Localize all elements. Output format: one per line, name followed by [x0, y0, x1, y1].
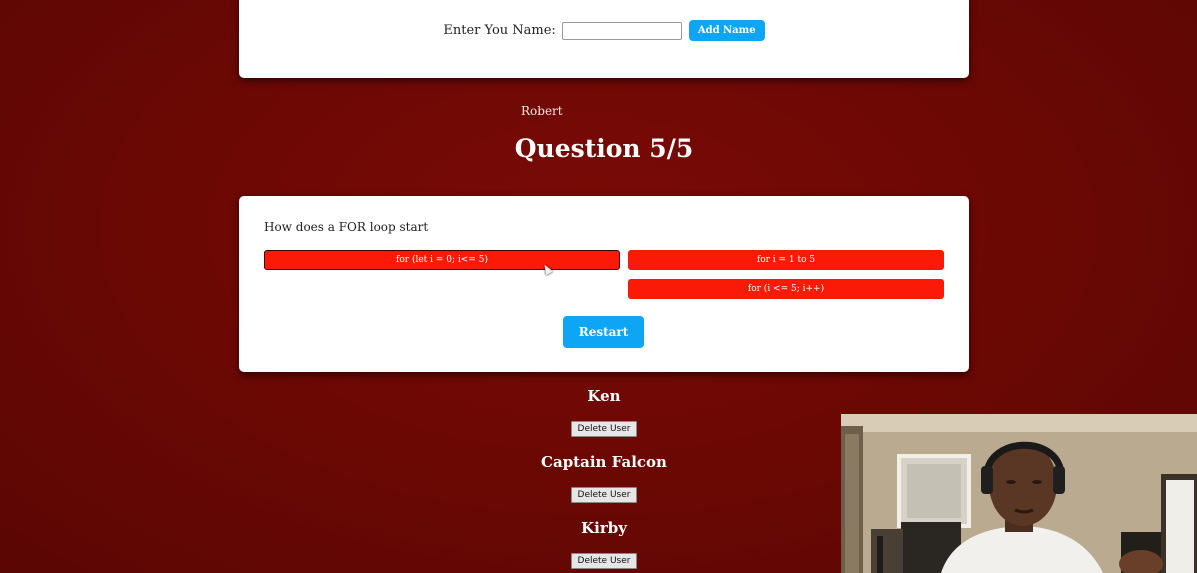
- name-form: Enter You Name: Add Name: [239, 20, 969, 41]
- user-entry: Ken: [0, 387, 1197, 405]
- question-text: How does a FOR loop start: [264, 220, 429, 234]
- question-title: Question 5/5: [514, 134, 694, 163]
- delete-user-button[interactable]: Delete User: [571, 487, 637, 503]
- delete-user-button[interactable]: Delete User: [571, 421, 637, 437]
- restart-button[interactable]: Restart: [563, 316, 644, 348]
- presenter-video-icon: [841, 414, 1197, 573]
- name-input[interactable]: [561, 21, 682, 40]
- answer-option-2[interactable]: for i = 1 to 5: [628, 250, 944, 270]
- delete-user-button[interactable]: Delete User: [571, 553, 637, 569]
- answer-option-3[interactable]: for (i <= 5; i++): [628, 279, 944, 299]
- user-name: Ken: [587, 387, 621, 405]
- add-name-button[interactable]: Add Name: [688, 20, 765, 41]
- answer-option-1[interactable]: for (let i = 0; i<= 5): [264, 250, 620, 270]
- current-user-name: Robert: [521, 104, 563, 118]
- name-input-label: Enter You Name:: [443, 23, 556, 38]
- quiz-card: How does a FOR loop start for (let i = 0…: [239, 196, 969, 372]
- presenter-webcam: [841, 414, 1197, 573]
- name-entry-card: Enter You Name: Add Name: [239, 0, 969, 78]
